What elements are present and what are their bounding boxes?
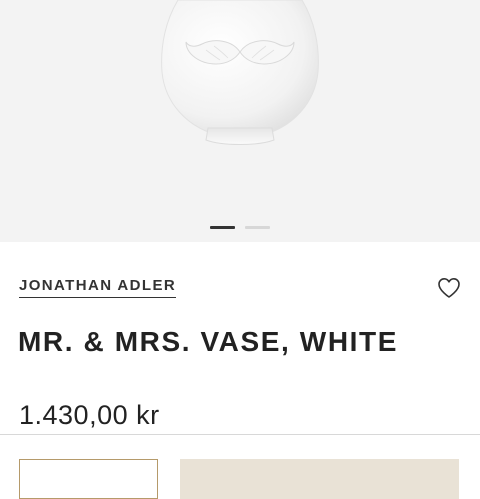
- divider: [0, 434, 480, 435]
- favorite-button[interactable]: [436, 275, 462, 301]
- product-image-gallery[interactable]: [0, 0, 480, 242]
- product-price: 1.430,00 kr: [19, 400, 160, 430]
- vase-image: [161, 0, 319, 145]
- gallery-pagination: [0, 226, 480, 230]
- quantity-selector[interactable]: [19, 459, 158, 499]
- add-to-cart-button[interactable]: [180, 459, 459, 499]
- product-title: MR. & MRS. VASE, WHITE: [18, 326, 399, 357]
- pagination-dot[interactable]: [245, 226, 270, 229]
- heart-outline-icon: [438, 278, 460, 298]
- pagination-dot-active[interactable]: [210, 226, 235, 229]
- brand-link[interactable]: JONATHAN ADLER: [19, 277, 177, 298]
